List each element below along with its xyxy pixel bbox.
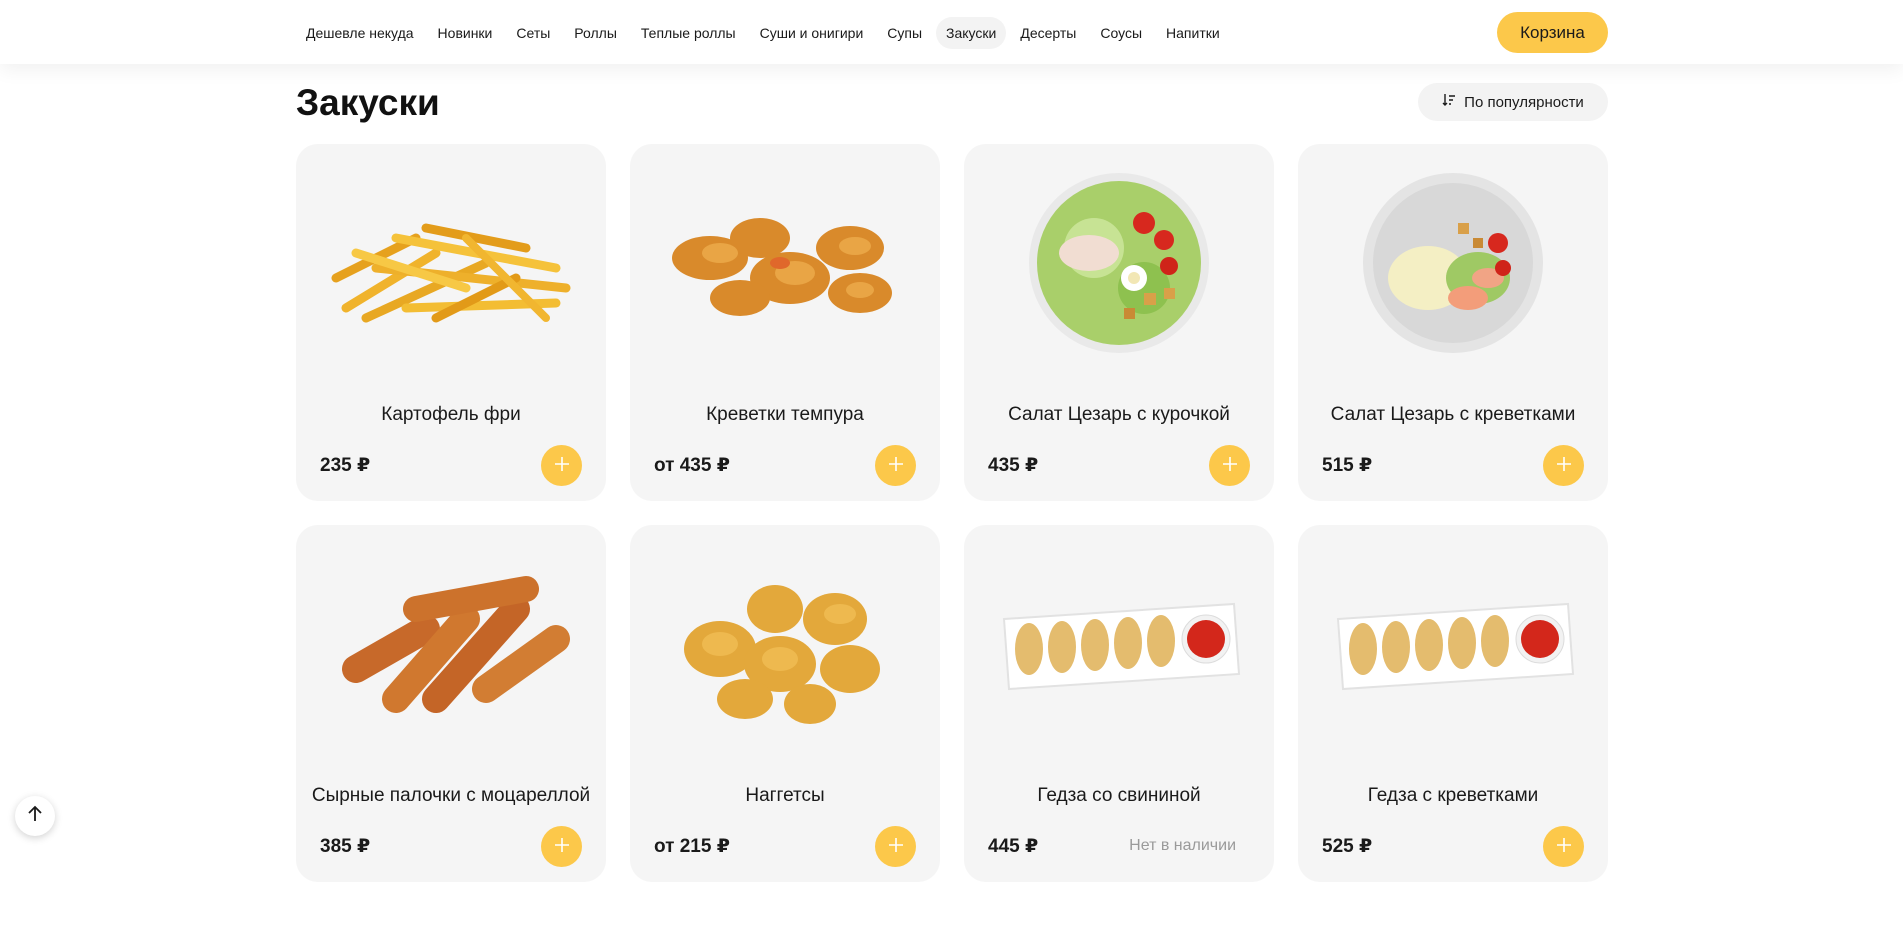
nav-item-drinks[interactable]: Напитки <box>1156 17 1230 49</box>
add-to-cart-button[interactable] <box>875 445 916 486</box>
scroll-top-button[interactable] <box>15 796 55 836</box>
add-to-cart-button[interactable] <box>541 826 582 867</box>
nav-item-sauces[interactable]: Соусы <box>1090 17 1152 49</box>
caesar-chicken-image <box>984 168 1254 358</box>
gyoza-shrimp-image <box>1318 549 1588 739</box>
plus-icon <box>1555 836 1573 857</box>
product-price: 445 ₽ <box>988 836 1039 857</box>
product-name: Салат Цезарь с креветками <box>1330 404 1576 425</box>
sort-icon <box>1442 93 1456 111</box>
sort-button[interactable]: По популярности <box>1418 83 1608 121</box>
product-name: Гедза с креветками <box>1367 785 1539 806</box>
nuggets-image <box>650 549 920 739</box>
nav-item-rolls[interactable]: Роллы <box>564 17 627 49</box>
plus-icon <box>1555 455 1573 476</box>
add-to-cart-button[interactable] <box>875 826 916 867</box>
product-price: 385 ₽ <box>320 836 371 857</box>
nav-item-soups[interactable]: Супы <box>877 17 932 49</box>
add-to-cart-button[interactable] <box>541 445 582 486</box>
product-card[interactable]: Салат Цезарь с курочкой 435 ₽ <box>964 144 1274 501</box>
product-card[interactable]: Креветки темпура от 435 ₽ <box>630 144 940 501</box>
arrow-up-icon <box>25 804 45 829</box>
product-price: 525 ₽ <box>1322 836 1373 857</box>
product-card[interactable]: Гедза со свининой 445 ₽ Нет в наличии <box>964 525 1274 882</box>
page-title: Закуски <box>296 82 440 123</box>
product-name: Сырные палочки с моцареллой <box>311 785 591 806</box>
product-price: 235 ₽ <box>320 455 371 476</box>
nav-item-sushi[interactable]: Суши и онигири <box>750 17 874 49</box>
product-name: Салат Цезарь с курочкой <box>1008 404 1230 425</box>
product-card[interactable]: Гедза с креветками 525 ₽ <box>1298 525 1608 882</box>
product-card[interactable]: Сырные палочки с моцареллой 385 ₽ <box>296 525 606 882</box>
product-price: 515 ₽ <box>1322 455 1373 476</box>
add-to-cart-button[interactable] <box>1543 445 1584 486</box>
add-to-cart-button[interactable] <box>1543 826 1584 867</box>
product-card[interactable]: Наггетсы от 215 ₽ <box>630 525 940 882</box>
nav-item-sets[interactable]: Сеты <box>506 17 560 49</box>
nav-item-warm-rolls[interactable]: Теплые роллы <box>631 17 746 49</box>
sort-label: По популярности <box>1464 93 1584 111</box>
nav-item-new[interactable]: Новинки <box>428 17 503 49</box>
add-to-cart-button[interactable] <box>1209 445 1250 486</box>
fries-image <box>316 168 586 358</box>
category-nav: Дешевле некуда Новинки Сеты Роллы Теплые… <box>296 16 1230 50</box>
top-bar: Дешевле некуда Новинки Сеты Роллы Теплые… <box>0 0 1903 64</box>
nav-item-desserts[interactable]: Десерты <box>1010 17 1086 49</box>
product-name: Картофель фри <box>381 404 521 425</box>
out-of-stock-label: Нет в наличии <box>1129 837 1236 854</box>
gyoza-pork-image <box>984 549 1254 739</box>
cheese-sticks-image <box>316 549 586 739</box>
plus-icon <box>553 455 571 476</box>
product-card[interactable]: Картофель фри 235 ₽ <box>296 144 606 501</box>
plus-icon <box>887 836 905 857</box>
product-price: от 435 ₽ <box>654 455 730 476</box>
product-name: Гедза со свининой <box>1037 785 1201 806</box>
plus-icon <box>887 455 905 476</box>
product-price: 435 ₽ <box>988 455 1039 476</box>
cart-button[interactable]: Корзина <box>1497 12 1608 53</box>
product-card[interactable]: Салат Цезарь с креветками 515 ₽ <box>1298 144 1608 501</box>
product-grid: Картофель фри 235 ₽ Креветки темпура от … <box>296 144 1608 882</box>
plus-icon <box>553 836 571 857</box>
product-name: Креветки темпура <box>706 404 864 425</box>
nav-item-cheap[interactable]: Дешевле некуда <box>296 17 424 49</box>
product-price: от 215 ₽ <box>654 836 730 857</box>
plus-icon <box>1221 455 1239 476</box>
caesar-shrimp-image <box>1318 168 1588 358</box>
product-name: Наггетсы <box>745 785 825 806</box>
nav-item-snacks[interactable]: Закуски <box>936 17 1007 49</box>
tempura-shrimp-image <box>650 168 920 358</box>
